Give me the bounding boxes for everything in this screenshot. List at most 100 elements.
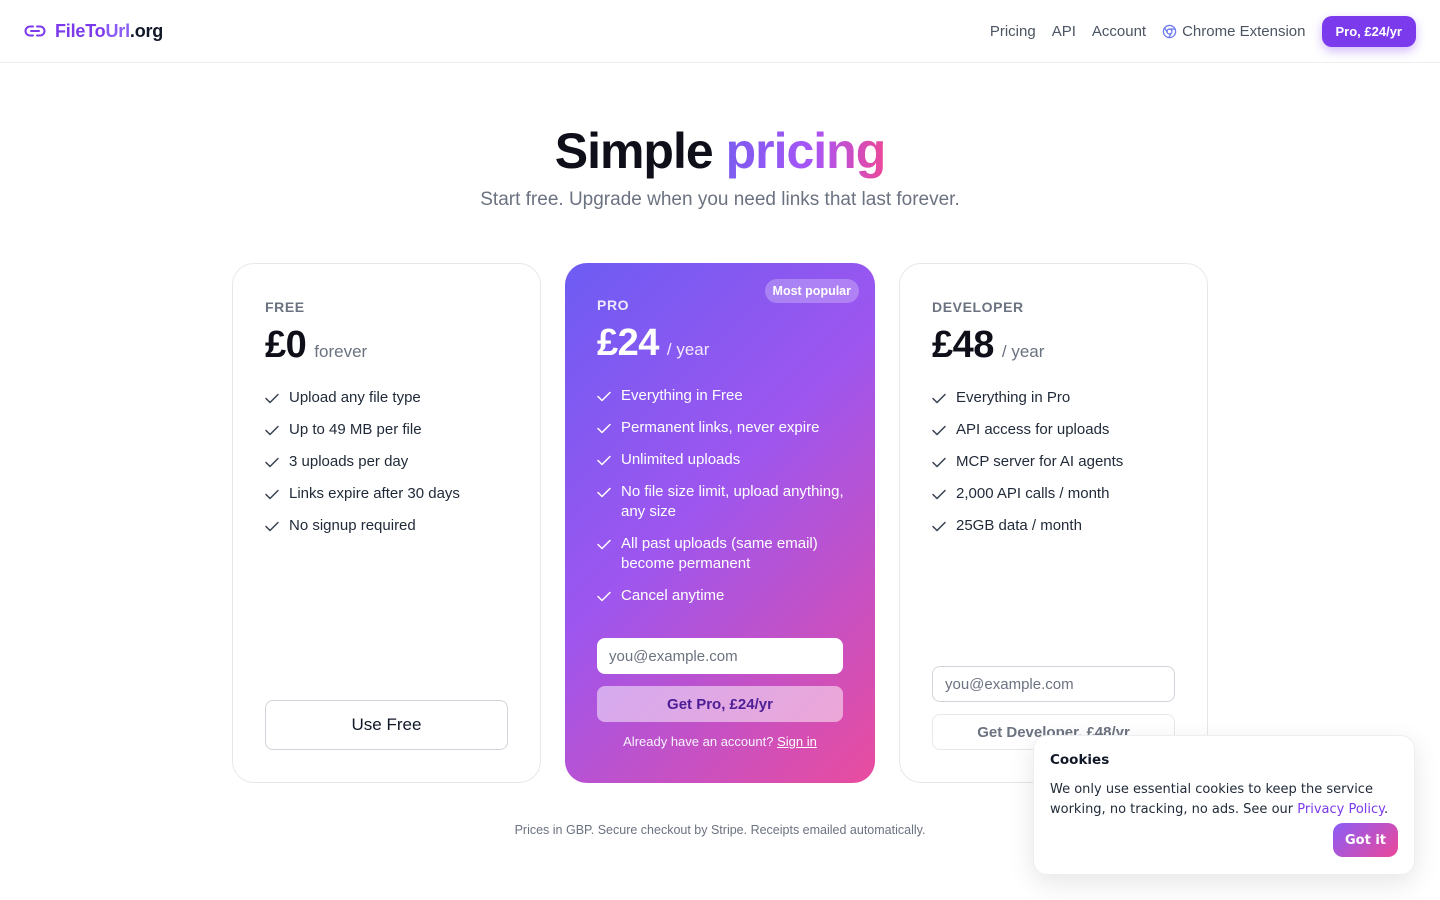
brand-logo[interactable]: FileToUrl.org xyxy=(24,21,163,42)
check-icon xyxy=(265,452,279,472)
nav-account[interactable]: Account xyxy=(1092,23,1146,40)
pro-email-input[interactable] xyxy=(597,638,843,674)
check-icon xyxy=(265,484,279,504)
brand-name-url: Url xyxy=(105,20,130,41)
nav-chrome-extension[interactable]: Chrome Extension xyxy=(1162,22,1306,40)
use-free-button[interactable]: Use Free xyxy=(265,700,508,750)
check-icon xyxy=(597,586,611,606)
feature-text: Unlimited uploads xyxy=(621,451,741,468)
feature-item: Up to 49 MB per file xyxy=(265,420,512,440)
check-icon xyxy=(932,420,946,440)
brand-name-to: To xyxy=(85,20,106,41)
feature-text: Cancel anytime xyxy=(621,587,725,604)
feature-list: Everything in Pro API access for uploads… xyxy=(932,388,1179,548)
feature-list: Everything in Free Permanent links, neve… xyxy=(597,386,847,618)
check-icon xyxy=(265,388,279,408)
plan-price: £24 xyxy=(597,322,659,364)
feature-text: All past uploads (same email) become per… xyxy=(621,535,818,572)
feature-text: Upload any file type xyxy=(289,389,421,406)
check-icon xyxy=(932,388,946,408)
feature-item: Unlimited uploads xyxy=(597,450,847,470)
already-have-account-text: Already have an account? xyxy=(623,734,774,749)
feature-text: No file size limit, upload anything, any… xyxy=(621,483,844,520)
page-title-plain: Simple xyxy=(554,123,714,179)
feature-item: API access for uploads xyxy=(932,420,1179,440)
cookie-accept-button[interactable]: Got it xyxy=(1333,823,1398,857)
check-icon xyxy=(597,534,611,554)
nav-api[interactable]: API xyxy=(1052,23,1076,40)
feature-text: Permanent links, never expire xyxy=(621,419,820,436)
chrome-icon xyxy=(1162,24,1177,39)
price-row: £48 / year xyxy=(932,324,1044,367)
plan-card-pro: Most popular PRO £24 / year Everything i… xyxy=(565,263,875,783)
link-icon xyxy=(24,23,46,39)
feature-text: Links expire after 30 days xyxy=(289,485,460,502)
nav-links: Pricing API Account Chrome Extension Pro… xyxy=(990,15,1416,47)
cookie-text-suffix: . xyxy=(1384,802,1389,817)
check-icon xyxy=(597,450,611,470)
price-row: £0 forever xyxy=(265,324,367,367)
cookie-text: We only use essential cookies to keep th… xyxy=(1050,780,1398,820)
plan-price: £0 xyxy=(265,324,307,366)
feature-item: Upload any file type xyxy=(265,388,512,408)
plan-period: / year xyxy=(1001,342,1045,361)
feature-item: 2,000 API calls / month xyxy=(932,484,1179,504)
page-subtitle: Start free. Upgrade when you need links … xyxy=(480,189,960,210)
feature-item: MCP server for AI agents xyxy=(932,452,1179,472)
top-navbar: FileToUrl.org Pricing API Account Chrome… xyxy=(0,0,1440,63)
plan-period: forever xyxy=(314,342,368,361)
feature-item: No file size limit, upload anything, any… xyxy=(597,482,847,522)
check-icon xyxy=(597,418,611,438)
developer-email-input[interactable] xyxy=(932,666,1175,702)
check-icon xyxy=(597,482,611,502)
brand-name-tld: .org xyxy=(129,20,164,41)
check-icon xyxy=(265,420,279,440)
get-pro-button[interactable]: Get Pro, £24/yr xyxy=(597,686,843,722)
feature-text: 3 uploads per day xyxy=(289,453,409,470)
feature-item: Permanent links, never expire xyxy=(597,418,847,438)
privacy-policy-link[interactable]: Privacy Policy xyxy=(1297,802,1384,817)
feature-text: Everything in Pro xyxy=(956,389,1071,406)
feature-list: Upload any file type Up to 49 MB per fil… xyxy=(265,388,512,548)
page-title-accent: pricing xyxy=(725,123,887,179)
check-icon xyxy=(265,516,279,536)
feature-text: No signup required xyxy=(289,517,416,534)
feature-item: All past uploads (same email) become per… xyxy=(597,534,847,574)
sign-in-link[interactable]: Sign in xyxy=(777,734,817,749)
feature-text: MCP server for AI agents xyxy=(956,453,1124,470)
plan-card-free: FREE £0 forever Upload any file type Up … xyxy=(232,263,541,783)
feature-item: Everything in Free xyxy=(597,386,847,406)
plan-card-developer: DEVELOPER £48 / year Everything in Pro A… xyxy=(899,263,1208,783)
nav-pricing[interactable]: Pricing xyxy=(990,23,1036,40)
page-title: Simple pricing xyxy=(0,122,1440,180)
feature-item: Cancel anytime xyxy=(597,586,847,606)
check-icon xyxy=(932,484,946,504)
plan-label: PRO xyxy=(597,297,630,313)
cookie-title: Cookies xyxy=(1050,752,1110,768)
feature-item: Everything in Pro xyxy=(932,388,1179,408)
feature-text: Up to 49 MB per file xyxy=(289,421,422,438)
feature-text: API access for uploads xyxy=(956,421,1110,438)
cookie-banner: Cookies We only use essential cookies to… xyxy=(1033,735,1415,875)
price-row: £24 / year xyxy=(597,322,709,365)
brand-name: FileToUrl.org xyxy=(55,21,163,42)
plan-label: FREE xyxy=(265,299,305,315)
brand-name-file: File xyxy=(55,20,86,41)
plan-label: DEVELOPER xyxy=(932,299,1024,315)
feature-item: No signup required xyxy=(265,516,512,536)
nav-chrome-extension-label: Chrome Extension xyxy=(1182,22,1306,40)
feature-text: 25GB data / month xyxy=(956,517,1082,534)
already-have-account: Already have an account? Sign in xyxy=(565,734,875,749)
check-icon xyxy=(932,516,946,536)
feature-text: Everything in Free xyxy=(621,387,743,404)
feature-text: 2,000 API calls / month xyxy=(956,485,1110,502)
pro-cta-button[interactable]: Pro, £24/yr xyxy=(1321,15,1416,47)
check-icon xyxy=(932,452,946,472)
plan-price: £48 xyxy=(932,324,994,366)
plan-period: / year xyxy=(666,340,710,359)
feature-item: 25GB data / month xyxy=(932,516,1179,536)
feature-item: 3 uploads per day xyxy=(265,452,512,472)
feature-item: Links expire after 30 days xyxy=(265,484,512,504)
check-icon xyxy=(597,386,611,406)
most-popular-badge: Most popular xyxy=(764,279,859,303)
